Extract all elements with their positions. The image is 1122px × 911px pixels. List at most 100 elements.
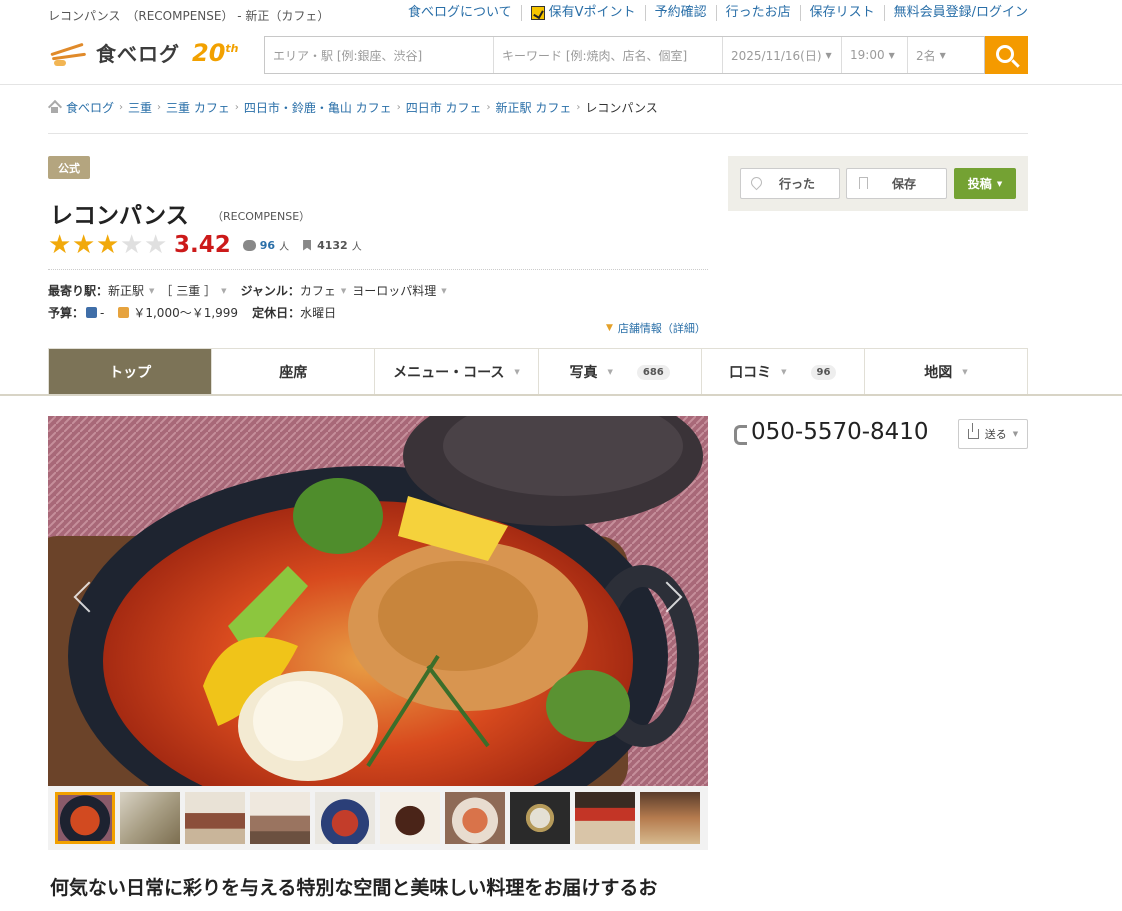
went-button[interactable]: 行った — [740, 168, 840, 199]
official-badge: 公式 — [48, 156, 90, 179]
shop-name: レコンパンス — [50, 203, 189, 229]
star-icon: ★ — [72, 230, 96, 260]
action-panel: 行った 保存 投稿 ▼ — [728, 156, 1028, 211]
rating-row: ★ ★ ★ ★ ★ 3.42 96 人 4132 人 — [48, 232, 362, 258]
chevron-down-icon: ▼ — [607, 368, 613, 376]
site-header: 食べログ 20th エリア・駅 [例:銀座、渋谷] キーワード [例:焼肉、店名… — [0, 30, 1122, 85]
review-unit: 人 — [279, 241, 290, 253]
photo-thumbnail[interactable] — [315, 792, 375, 844]
bookmark-icon — [859, 177, 868, 189]
top-links: 食べログについて 保有Vポイント 予約確認 行ったお店 保存リスト 無料会員登録… — [399, 5, 1028, 21]
tab-menu[interactable]: メニュー・コース ▼ — [374, 349, 538, 395]
holiday: 水曜日 — [300, 306, 337, 320]
photo-thumbnail[interactable] — [445, 792, 505, 844]
reservation-check-link[interactable]: 予約確認 — [644, 5, 716, 21]
review-count-link[interactable]: 96 — [260, 239, 275, 252]
send-button[interactable]: 送る ▼ — [958, 419, 1028, 449]
tab-photos[interactable]: 写真 ▼ 686 — [537, 349, 701, 395]
star-icon: ★ — [48, 230, 72, 260]
chevron-down-icon: ▼ — [441, 286, 447, 295]
chevron-down-icon: ▼ — [996, 179, 1003, 188]
share-icon — [967, 423, 979, 439]
review-icon — [242, 239, 256, 251]
tabelog-logo[interactable]: 食べログ 20th — [48, 38, 239, 67]
photo-thumbnails — [48, 786, 708, 850]
date-select[interactable]: 2025/11/16(日) ▼ — [723, 37, 842, 73]
photo-thumbnail[interactable] — [640, 792, 700, 844]
star-icon: ★ — [96, 230, 120, 260]
phone-number[interactable]: 050-5570-8410 — [733, 419, 929, 445]
v-point-icon — [530, 6, 545, 20]
breadcrumb-item[interactable]: 四日市・鈴鹿・亀山 カフェ — [244, 99, 392, 116]
tab-underline — [0, 394, 1122, 396]
v-point-link[interactable]: 保有Vポイント — [520, 5, 645, 21]
tab-reviews[interactable]: 口コミ ▼ 96 — [700, 349, 864, 395]
tab-top[interactable]: トップ — [49, 349, 212, 395]
photo-thumbnail[interactable] — [120, 792, 180, 844]
lunch-icon — [118, 307, 130, 318]
chevron-down-icon: ▼ — [514, 368, 520, 376]
chevron-down-icon: ▼ — [825, 50, 832, 60]
breadcrumb: 食べログ › 三重 › 三重 カフェ › 四日市・鈴鹿・亀山 カフェ › 四日市 カフェ… — [48, 99, 658, 116]
divider — [48, 269, 708, 270]
tab-map[interactable]: 地図 ▼ — [863, 349, 1028, 395]
star-icon: ★ — [144, 230, 168, 260]
dinner-icon — [86, 307, 98, 318]
chevron-down-icon: ▼ — [340, 286, 347, 295]
photo-thumbnail[interactable] — [185, 792, 245, 844]
breadcrumb-item[interactable]: 三重 カフェ — [166, 99, 230, 116]
photo-thumbnail[interactable] — [55, 792, 115, 844]
chevron-down-icon: ▼ — [962, 368, 968, 376]
shop-detail-link[interactable]: ▼ 店舗情報（詳細） — [606, 320, 706, 336]
photo-thumbnail[interactable] — [380, 792, 440, 844]
food-photo-image — [48, 416, 708, 786]
chevron-down-icon: ▼ — [939, 50, 946, 60]
station-link[interactable]: 新正駅 — [108, 282, 144, 299]
save-button[interactable]: 保存 — [846, 168, 947, 199]
divider — [48, 133, 1028, 134]
anniversary-mark: 20th — [192, 38, 239, 67]
home-icon — [48, 102, 61, 113]
about-tabelog-link[interactable]: 食べログについて — [399, 5, 521, 21]
rating-stars: ★ ★ ★ ★ ★ — [48, 232, 168, 258]
chevron-down-icon: ▼ — [781, 368, 787, 376]
visited-shops-link[interactable]: 行ったお店 — [715, 5, 800, 21]
chevron-down-icon: ▼ — [149, 286, 155, 295]
search-button[interactable] — [985, 36, 1028, 74]
search-icon — [996, 44, 1014, 63]
shop-headline: 何気ない日常に彩りを与える特別な空間と美味しい料理をお届けするお — [50, 877, 658, 899]
breadcrumb-item[interactable]: 四日市 カフェ — [406, 99, 482, 116]
main-photo[interactable] — [48, 416, 708, 786]
keyword-search-input[interactable]: キーワード [例:焼肉、店名、個室] — [494, 37, 723, 73]
save-count: 4132 — [317, 238, 348, 252]
top-bar: レコンパンス （RECOMPENSE） - 新正（カフェ） 食べログについて 保… — [0, 0, 1122, 30]
budget-lunch: ￥1,000～￥1,999 — [133, 306, 239, 320]
arrow-down-icon: ▼ — [606, 323, 613, 333]
prefecture-link[interactable]: ［ 三重 ］ — [160, 282, 216, 299]
breadcrumb-item[interactable]: 食べログ — [66, 99, 114, 116]
saved-list-link[interactable]: 保存リスト — [799, 5, 884, 21]
area-search-input[interactable]: エリア・駅 [例:銀座、渋谷] — [265, 37, 494, 73]
breadcrumb-item[interactable]: 三重 — [128, 99, 152, 116]
shop-name-en: （RECOMPENSE） — [212, 210, 311, 223]
tab-seats[interactable]: 座席 — [211, 349, 375, 395]
genre-link[interactable]: カフェ — [300, 282, 336, 299]
star-icon: ★ — [120, 230, 144, 260]
breadcrumb-item[interactable]: 新正駅 カフェ — [496, 99, 572, 116]
save-unit: 人 — [351, 241, 362, 253]
logo-text: 食べログ — [96, 42, 180, 66]
genre-link[interactable]: ヨーロッパ料理 — [352, 282, 436, 299]
photo-thumbnail[interactable] — [250, 792, 310, 844]
location-pin-icon — [748, 174, 765, 191]
phone-icon — [733, 424, 747, 445]
people-select[interactable]: 2名 ▼ — [908, 37, 984, 73]
register-login-link[interactable]: 無料会員登録/ログイン — [883, 5, 1028, 21]
search-box: エリア・駅 [例:銀座、渋谷] キーワード [例:焼肉、店名、個室] 2025/… — [264, 36, 985, 74]
photo-thumbnail[interactable] — [510, 792, 570, 844]
time-select[interactable]: 19:00 ▼ — [842, 37, 908, 73]
photo-thumbnail[interactable] — [575, 792, 635, 844]
station-genre-line: 最寄り駅： 新正駅 ▼ ［ 三重 ］ ▼ ジャンル： カフェ ▼ ヨーロッパ料理 ▼ — [48, 282, 447, 299]
post-button[interactable]: 投稿 ▼ — [954, 168, 1016, 199]
chevron-down-icon: ▼ — [1012, 430, 1019, 438]
budget-dinner: - — [100, 305, 105, 320]
